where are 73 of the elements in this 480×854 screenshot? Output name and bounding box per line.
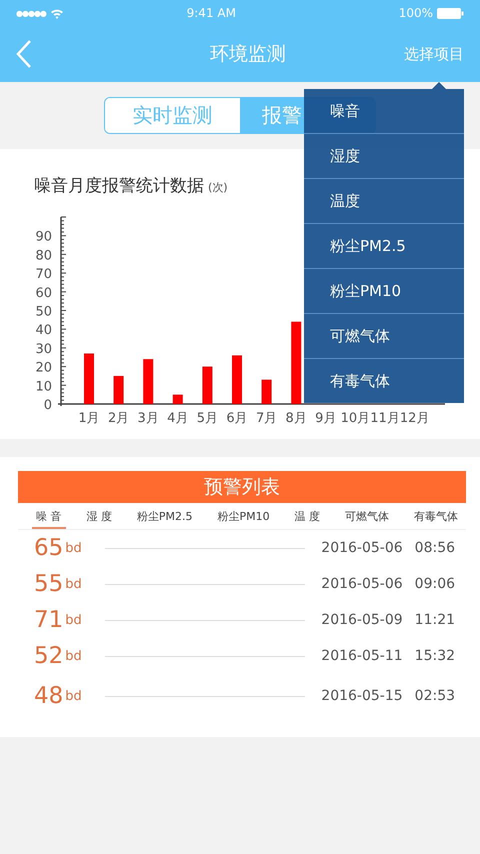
battery-icon <box>437 8 464 18</box>
alert-date: 2016-05-15 <box>321 688 403 704</box>
alert-time: 09:06 <box>414 576 456 592</box>
signal-text: ●●●●● <box>16 8 46 18</box>
reading-value: 71 <box>34 607 64 633</box>
bar <box>172 394 183 404</box>
back-icon <box>16 39 32 69</box>
column-tab[interactable]: 可燃气体 <box>341 507 394 529</box>
y-tick-label: 80 <box>35 248 52 264</box>
alert-time: 08:56 <box>414 540 456 556</box>
x-tick-label: 5月 <box>196 411 218 426</box>
x-tick-label: 12月 <box>400 411 430 426</box>
alert-date: 2016-05-09 <box>321 612 403 628</box>
x-tick-label: 9月 <box>315 411 336 426</box>
x-tick-label: 1月 <box>78 411 100 426</box>
reading-value: 55 <box>34 571 64 597</box>
bar <box>114 376 124 404</box>
back-button[interactable] <box>16 39 32 69</box>
bar <box>232 355 242 404</box>
menu-item[interactable]: 湿度 <box>304 134 464 179</box>
chart-title: 噪音月度报警统计数据 (次) <box>33 175 229 197</box>
alert-time: 11:21 <box>414 612 456 628</box>
column-tab[interactable]: 有毒气体 <box>410 507 462 529</box>
alert-date: 2016-05-06 <box>321 540 403 556</box>
x-tick-label: 3月 <box>138 411 159 426</box>
reading-unit: bd <box>65 540 83 556</box>
x-tick-label: 2月 <box>108 411 130 426</box>
menu-item[interactable]: 噪音 <box>304 89 464 134</box>
menu-item[interactable]: 有毒气体 <box>304 359 464 403</box>
battery-text: 100% <box>398 6 433 20</box>
reading-unit: bd <box>65 576 83 592</box>
reading-value: 48 <box>34 683 64 709</box>
y-tick-label: 50 <box>35 304 52 320</box>
x-tick-label: 7月 <box>256 411 278 426</box>
reading-unit: bd <box>65 612 83 628</box>
alert-date: 2016-05-06 <box>321 576 403 592</box>
x-tick-label: 10月 <box>340 411 370 426</box>
reading-value: 52 <box>34 643 64 669</box>
menu-item[interactable]: 粉尘PM2.5 <box>304 224 464 269</box>
column-tab[interactable]: 噪 音 <box>32 507 66 529</box>
menu-item[interactable]: 可燃气体 <box>304 314 464 359</box>
column-tab[interactable]: 湿 度 <box>82 507 116 529</box>
bar <box>262 380 272 404</box>
wifi-icon <box>50 8 64 18</box>
y-tick-label: 30 <box>35 342 52 357</box>
menu-item[interactable]: 温度 <box>304 179 464 224</box>
y-tick-label: 40 <box>35 323 52 338</box>
x-tick-label: 11月 <box>370 411 400 426</box>
column-tab[interactable]: 温 度 <box>290 507 324 529</box>
page-title: 环境监测 <box>209 42 287 67</box>
reading-value: 65 <box>34 535 64 561</box>
y-tick-label: 10 <box>35 379 52 394</box>
x-tick-label: 8月 <box>286 411 307 426</box>
reading-unit: bd <box>65 688 83 704</box>
reading-unit: bd <box>65 648 83 664</box>
alert-time: 02:53 <box>414 688 456 704</box>
list-header: 预警列表 <box>18 471 466 503</box>
bar <box>202 366 212 404</box>
y-tick-label: 0 <box>44 398 52 413</box>
bar <box>84 354 94 404</box>
status-time: 9:41 AM <box>186 6 237 20</box>
menu-item[interactable]: 粉尘PM10 <box>304 269 464 314</box>
alert-date: 2016-05-11 <box>321 648 403 664</box>
y-tick-label: 20 <box>35 360 52 376</box>
alert-time: 15:32 <box>414 648 456 664</box>
y-tick-label: 70 <box>35 267 52 282</box>
y-tick-label: 60 <box>35 286 52 301</box>
column-tab[interactable]: 粉尘PM2.5 <box>132 507 197 529</box>
x-tick-label: 6月 <box>226 411 248 426</box>
x-tick-label: 4月 <box>167 411 188 426</box>
bar <box>143 359 154 404</box>
column-tab[interactable]: 粉尘PM10 <box>213 507 274 529</box>
y-tick-label: 90 <box>35 230 52 245</box>
